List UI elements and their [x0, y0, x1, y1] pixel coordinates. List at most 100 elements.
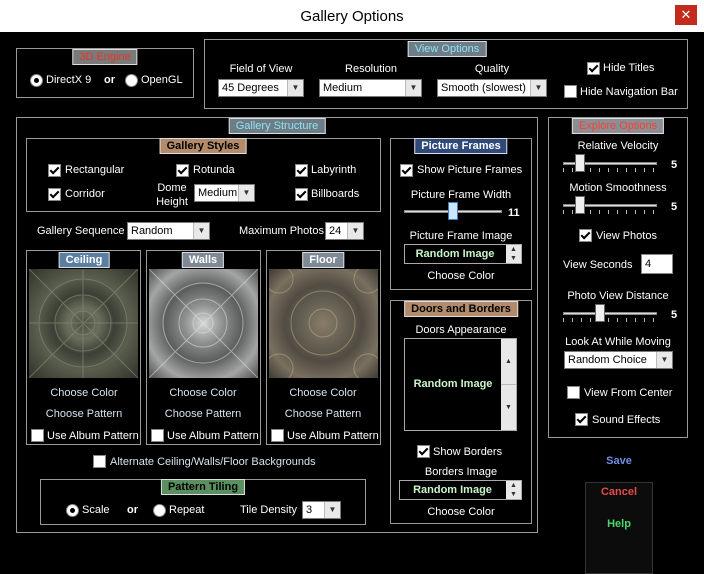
ceiling-pattern-preview[interactable] — [29, 269, 138, 378]
doors-scrollbar[interactable]: ▲ ▼ — [501, 339, 516, 430]
show-frames-label: Show Picture Frames — [417, 164, 523, 176]
down-arrow-icon[interactable]: ▼ — [506, 254, 521, 263]
velocity-thumb[interactable] — [575, 154, 585, 172]
velocity-value: 5 — [671, 159, 678, 171]
max-photos-select[interactable]: 24 ▼ — [325, 222, 364, 240]
look-at-select[interactable]: Random Choice ▼ — [564, 351, 673, 369]
frame-choose-color[interactable]: Choose Color — [427, 270, 494, 282]
walls-use-album-checkbox[interactable] — [151, 429, 164, 442]
chevron-down-icon: ▼ — [193, 223, 209, 239]
dome-height-value: Medium — [198, 187, 238, 199]
chevron-down-icon: ▼ — [530, 80, 546, 96]
ceiling-choose-color[interactable]: Choose Color — [50, 387, 117, 399]
floor-choose-color[interactable]: Choose Color — [289, 387, 356, 399]
velocity-label: Relative Velocity — [577, 140, 659, 152]
save-button[interactable]: Save — [586, 455, 652, 467]
frame-width-thumb[interactable] — [448, 202, 458, 220]
motion-label: Motion Smoothness — [569, 182, 667, 194]
cancel-button[interactable]: Cancel — [586, 486, 652, 498]
gallery-sequence-value: Random — [131, 225, 173, 237]
corridor-label: Corridor — [65, 188, 105, 200]
borders-choose-color[interactable]: Choose Color — [427, 506, 494, 518]
frame-image-spinner[interactable]: Random Image ▲ ▼ — [404, 244, 522, 264]
frame-image-value: Random Image — [415, 248, 495, 260]
floor-legend: Floor — [302, 252, 344, 268]
directx-radio[interactable] — [30, 74, 43, 87]
up-arrow-icon[interactable]: ▲ — [506, 245, 521, 254]
max-photos-value: 24 — [329, 225, 342, 237]
frame-width-label: Picture Frame Width — [410, 189, 512, 201]
walls-pattern-art — [149, 269, 258, 378]
alternate-backgrounds-checkbox[interactable] — [93, 455, 106, 468]
fov-select[interactable]: 45 Degrees ▼ — [218, 79, 304, 97]
help-button[interactable]: Help — [586, 518, 652, 530]
walls-choose-pattern[interactable]: Choose Pattern — [165, 408, 241, 420]
quality-value: Smooth (slowest) — [441, 82, 526, 94]
gallery-sequence-label: Gallery Sequence — [37, 225, 125, 237]
down-arrow-icon[interactable]: ▼ — [501, 384, 516, 430]
opengl-label: OpenGL — [141, 74, 183, 86]
window-title: Gallery Options — [300, 8, 404, 25]
sound-effects-checkbox[interactable] — [575, 413, 588, 426]
ceiling-pattern-art — [29, 269, 138, 378]
close-button[interactable]: ✕ — [675, 5, 697, 25]
floor-pattern-preview[interactable] — [269, 269, 378, 378]
walls-choose-color[interactable]: Choose Color — [169, 387, 236, 399]
view-seconds-input[interactable]: 4 — [641, 254, 673, 274]
hide-nav-label: Hide Navigation Bar — [580, 86, 678, 98]
opengl-radio[interactable] — [125, 74, 138, 87]
hide-nav-checkbox[interactable] — [564, 85, 577, 98]
view-photos-label: View Photos — [596, 230, 657, 242]
look-at-label: Look At While Moving — [565, 336, 671, 348]
show-borders-checkbox[interactable] — [417, 445, 430, 458]
dome-height-select[interactable]: Medium ▼ — [194, 184, 255, 202]
title-bar: Gallery Options ✕ — [0, 0, 704, 32]
show-frames-checkbox[interactable] — [400, 164, 413, 177]
billboards-label: Billboards — [311, 188, 360, 200]
scale-radio[interactable] — [66, 504, 79, 517]
distance-ticks — [563, 318, 657, 322]
repeat-label: Repeat — [169, 504, 205, 516]
billboards-checkbox[interactable] — [295, 188, 308, 201]
tile-density-value: 3 — [306, 504, 313, 516]
quality-select[interactable]: Smooth (slowest) ▼ — [437, 79, 547, 97]
view-photos-checkbox[interactable] — [579, 229, 592, 242]
rotunda-checkbox[interactable] — [176, 164, 189, 177]
ceiling-use-album-checkbox[interactable] — [31, 429, 44, 442]
scale-label: Scale — [82, 504, 110, 516]
borders-image-spinner[interactable]: Random Image ▲ ▼ — [399, 480, 522, 500]
show-borders-label: Show Borders — [433, 446, 503, 458]
up-arrow-icon[interactable]: ▲ — [506, 481, 521, 490]
walls-legend: Walls — [181, 252, 225, 268]
rectangular-checkbox[interactable] — [48, 164, 61, 177]
tile-density-select[interactable]: 3 ▼ — [302, 501, 341, 519]
borders-image-label: Borders Image — [424, 466, 498, 478]
walls-pattern-preview[interactable] — [149, 269, 258, 378]
rotunda-label: Rotunda — [193, 164, 235, 176]
up-arrow-icon[interactable]: ▲ — [501, 339, 516, 384]
hide-titles-checkbox[interactable] — [587, 62, 600, 75]
floor-use-album-label: Use Album Pattern — [287, 430, 379, 442]
chevron-down-icon: ▼ — [287, 80, 303, 96]
gallery-sequence-select[interactable]: Random ▼ — [127, 222, 210, 240]
distance-track[interactable] — [563, 312, 657, 315]
labyrinth-checkbox[interactable] — [295, 164, 308, 177]
repeat-radio[interactable] — [153, 504, 166, 517]
doors-borders-legend: Doors and Borders — [404, 301, 518, 317]
motion-thumb[interactable] — [575, 196, 585, 214]
action-panel: Save Cancel Help — [585, 455, 653, 574]
borders-image-value: Random Image — [413, 484, 492, 496]
doors-appearance-box[interactable]: Random Image ▲ ▼ — [404, 338, 517, 431]
view-seconds-label: View Seconds — [563, 259, 633, 271]
corridor-checkbox[interactable] — [48, 188, 61, 201]
walls-use-album-label: Use Album Pattern — [167, 430, 259, 442]
frame-width-value: 11 — [508, 207, 520, 219]
resolution-select[interactable]: Medium ▼ — [319, 79, 422, 97]
distance-thumb[interactable] — [595, 304, 605, 322]
floor-use-album-checkbox[interactable] — [271, 429, 284, 442]
dome-height-label-2: Height — [156, 196, 188, 208]
view-from-center-checkbox[interactable] — [567, 386, 580, 399]
down-arrow-icon[interactable]: ▼ — [506, 490, 521, 499]
floor-choose-pattern[interactable]: Choose Pattern — [285, 408, 361, 420]
ceiling-choose-pattern[interactable]: Choose Pattern — [46, 408, 122, 420]
